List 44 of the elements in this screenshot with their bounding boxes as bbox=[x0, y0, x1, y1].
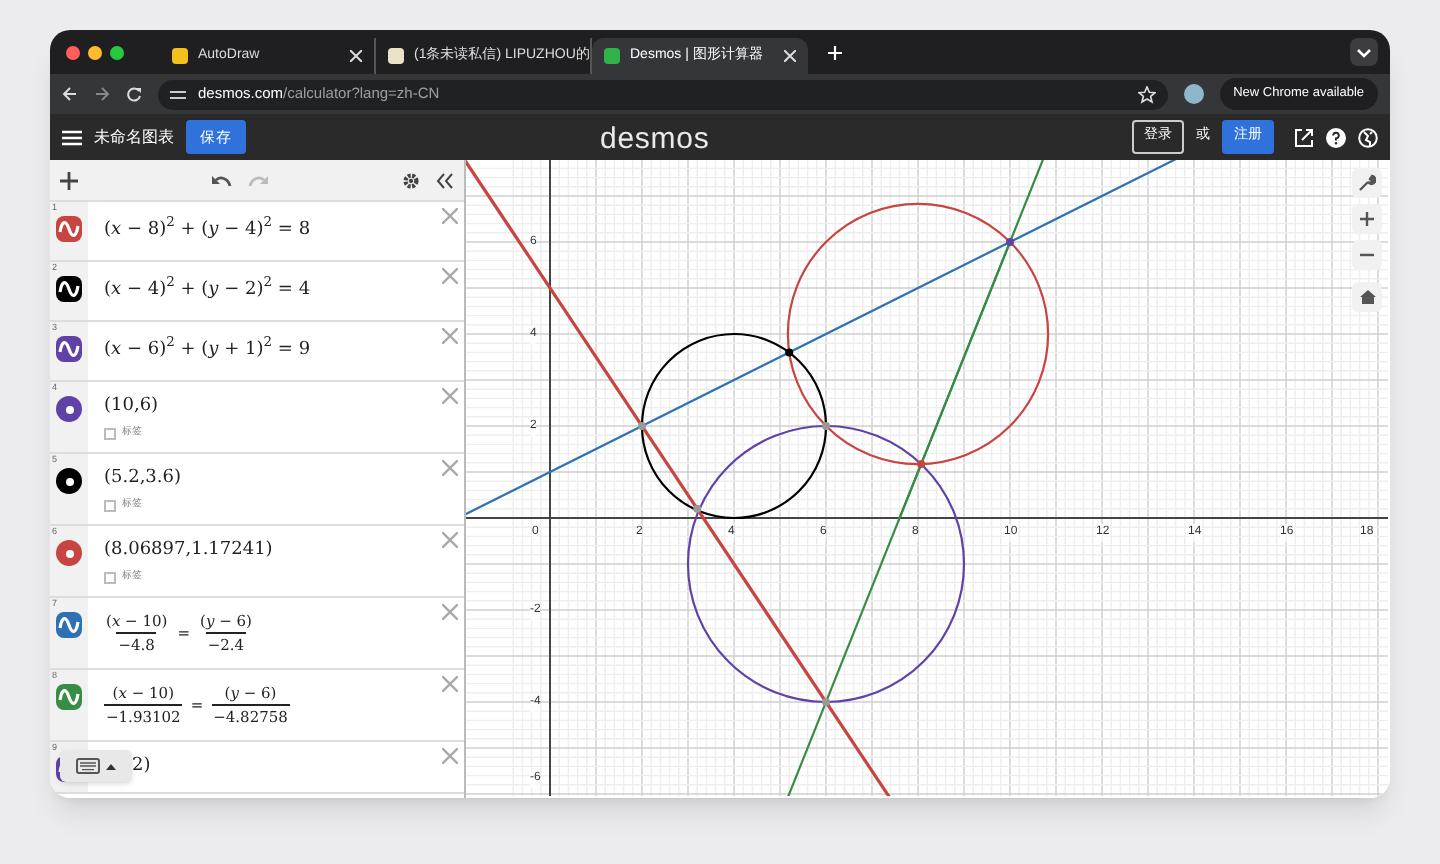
favicon bbox=[388, 48, 404, 64]
back-arrow-icon[interactable] bbox=[62, 86, 78, 102]
profile-avatar[interactable] bbox=[1183, 84, 1204, 104]
close-icon[interactable] bbox=[350, 50, 362, 62]
math-expression: (x − 8)$^{2}$ + (y − 4)$^{2}$ = 8 bbox=[104, 217, 311, 244]
label-checkbox[interactable] bbox=[104, 571, 116, 584]
forward-arrow-icon[interactable] bbox=[94, 86, 110, 102]
minus-icon bbox=[1360, 248, 1374, 262]
home-button[interactable] bbox=[1352, 282, 1382, 312]
math-expression: (x − 4)$^{2}$ + (y − 2)$^{2}$ = 4 bbox=[104, 277, 311, 304]
caret-icon bbox=[106, 763, 116, 769]
math-expression: (x − 6)$^{2}$ + (y + 1)$^{2}$ = 9 bbox=[104, 337, 311, 364]
math-expression: (8.06897,1.17241) bbox=[104, 537, 273, 563]
share-icon[interactable] bbox=[1294, 127, 1314, 147]
star-icon[interactable] bbox=[1137, 85, 1156, 103]
new-tab-icon[interactable] bbox=[828, 45, 842, 59]
close-icon[interactable] bbox=[784, 50, 796, 62]
favicon bbox=[604, 48, 620, 64]
tab-list-button[interactable] bbox=[1350, 38, 1378, 66]
settings-icon[interactable] bbox=[402, 171, 420, 189]
undo-icon[interactable] bbox=[212, 173, 232, 187]
label-checkbox[interactable] bbox=[104, 499, 116, 512]
zoom-out-button[interactable] bbox=[1352, 240, 1382, 270]
favicon bbox=[172, 48, 188, 64]
graph-title[interactable]: 未命名图表 bbox=[94, 125, 174, 149]
plus-icon bbox=[1360, 212, 1374, 226]
home-icon bbox=[1359, 290, 1375, 304]
label-checkbox[interactable] bbox=[104, 427, 116, 440]
keyboard-icon bbox=[76, 758, 100, 774]
menu-icon[interactable] bbox=[62, 129, 82, 145]
math-expression: (5.2,3.6) bbox=[104, 465, 182, 491]
math-expression: 2) bbox=[132, 753, 151, 780]
add-icon[interactable] bbox=[60, 171, 78, 189]
wrench-icon bbox=[1358, 174, 1376, 192]
collapse-icon[interactable] bbox=[436, 171, 454, 189]
desmos-logo: desmos bbox=[600, 120, 710, 160]
keyboard-button[interactable] bbox=[60, 750, 132, 782]
help-icon[interactable] bbox=[1326, 127, 1346, 147]
globe-icon[interactable] bbox=[1358, 127, 1378, 147]
zoom-in-button[interactable] bbox=[1352, 204, 1382, 234]
site-settings-icon[interactable] bbox=[170, 87, 186, 101]
reload-icon[interactable] bbox=[126, 86, 142, 102]
math-expression: (10,6) bbox=[104, 393, 159, 419]
graph-settings-button[interactable] bbox=[1352, 168, 1382, 198]
